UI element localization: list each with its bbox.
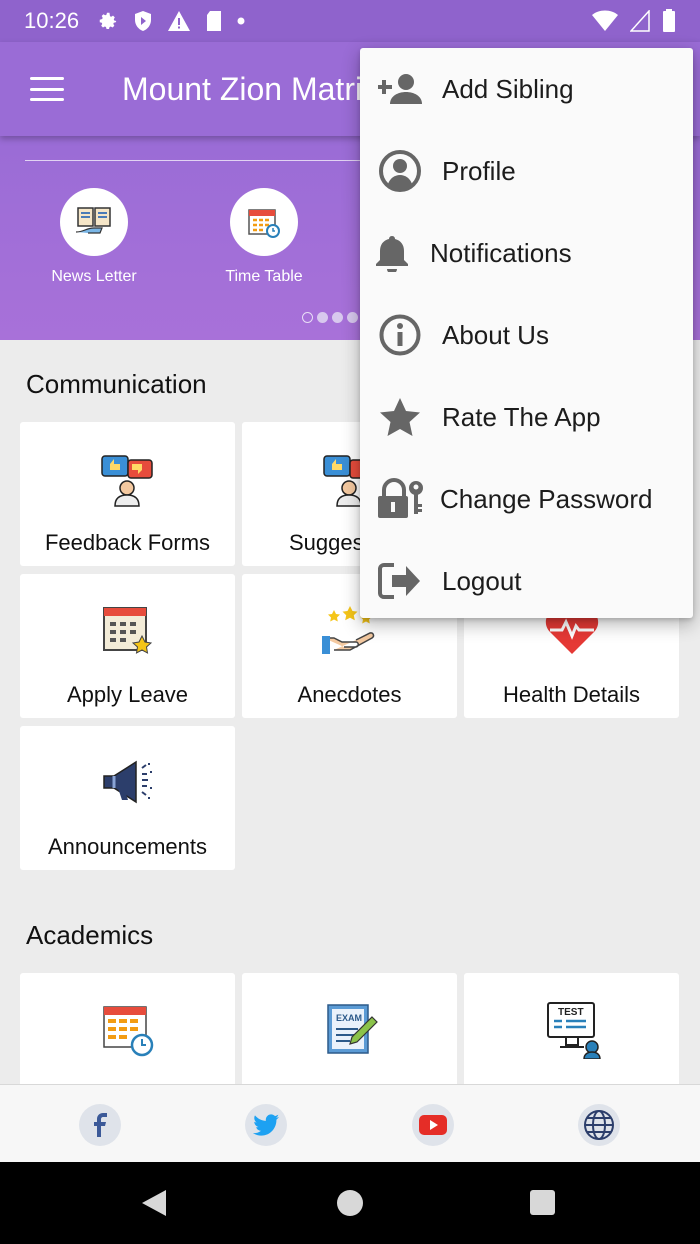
facebook-button[interactable] (79, 1104, 121, 1146)
menu-item-about-us[interactable]: About Us (360, 294, 693, 376)
globe-icon (584, 1110, 614, 1140)
dot-icon (237, 17, 245, 25)
menu-item-rate-app[interactable]: Rate The App (360, 376, 693, 458)
section-title-academics: Academics (26, 920, 154, 950)
menu-label: Profile (442, 155, 516, 186)
quick-item-timetable[interactable]: Time Table (199, 188, 329, 286)
card-label: Feedback Forms (44, 530, 211, 555)
logout-icon (378, 563, 420, 599)
battery-icon (663, 9, 675, 32)
feedback-icon (100, 455, 153, 507)
menu-label: Add Sibling (442, 73, 574, 104)
menu-label: About Us (442, 319, 549, 350)
menu-item-profile[interactable]: Profile (360, 130, 693, 212)
twitter-icon (253, 1114, 279, 1136)
megaphone-icon (102, 760, 152, 804)
home-button[interactable] (337, 1190, 363, 1216)
menu-label: Notifications (430, 237, 572, 268)
card-feedback-forms[interactable]: Feedback Forms (20, 422, 235, 566)
menu-item-logout[interactable]: Logout (360, 540, 693, 622)
system-nav-bar (0, 1162, 700, 1244)
menu-label: Logout (442, 565, 522, 596)
menu-icon[interactable] (30, 77, 64, 101)
profile-icon (379, 150, 421, 192)
calendar-star-icon (102, 607, 152, 654)
exam-icon: EXAM (326, 1004, 378, 1054)
menu-item-add-sibling[interactable]: Add Sibling (360, 48, 693, 130)
carousel-dot (347, 312, 358, 323)
card-label: Announcements (48, 834, 207, 859)
shield-icon (135, 11, 152, 31)
lock-key-icon (378, 478, 423, 518)
calendar-clock-icon (102, 1006, 153, 1057)
quick-label-timetable: Time Table (225, 268, 303, 285)
youtube-icon (419, 1115, 447, 1135)
quick-item-newsletter[interactable]: News Letter (29, 188, 159, 286)
carousel-dot (317, 312, 328, 323)
svg-text:EXAM: EXAM (336, 1013, 362, 1023)
recents-button[interactable] (530, 1190, 555, 1215)
carousel-dot (332, 312, 343, 323)
card-apply-leave[interactable]: Apply Leave (20, 574, 235, 718)
svg-text:TEST: TEST (558, 1007, 584, 1018)
settings-icon (99, 12, 117, 29)
back-button[interactable] (142, 1190, 166, 1216)
bell-icon (376, 236, 408, 272)
timetable-icon (248, 209, 280, 238)
sd-card-icon (207, 11, 222, 31)
status-time: 10:26 (24, 8, 80, 33)
newsletter-icon (75, 207, 111, 234)
test-icon: TEST (546, 1002, 601, 1059)
section-title-communication: Communication (26, 369, 207, 399)
overflow-menu: Add Sibling Profile Notifications About … (360, 48, 693, 618)
add-person-icon (378, 74, 422, 104)
info-icon (379, 314, 421, 356)
status-bar: 10:26 (0, 0, 700, 42)
youtube-button[interactable] (412, 1104, 454, 1146)
twitter-button[interactable] (245, 1104, 287, 1146)
card-announcements[interactable]: Announcements (20, 726, 235, 870)
quick-label-newsletter: News Letter (51, 268, 137, 285)
carousel-indicator (302, 312, 358, 323)
card-label: Health Details (503, 682, 640, 707)
star-icon (380, 398, 420, 436)
card-label: Apply Leave (66, 682, 189, 707)
menu-item-notifications[interactable]: Notifications (360, 212, 693, 294)
menu-label: Rate The App (442, 401, 601, 432)
card-label: Anecdotes (297, 682, 402, 707)
website-button[interactable] (578, 1104, 620, 1146)
social-bar (0, 1084, 700, 1162)
menu-item-change-password[interactable]: Change Password (360, 458, 693, 540)
warning-icon (168, 11, 191, 31)
signal-icon (630, 10, 650, 32)
menu-label: Change Password (440, 483, 653, 514)
carousel-dot (302, 312, 313, 323)
wifi-icon (592, 10, 618, 31)
facebook-icon (94, 1113, 107, 1137)
